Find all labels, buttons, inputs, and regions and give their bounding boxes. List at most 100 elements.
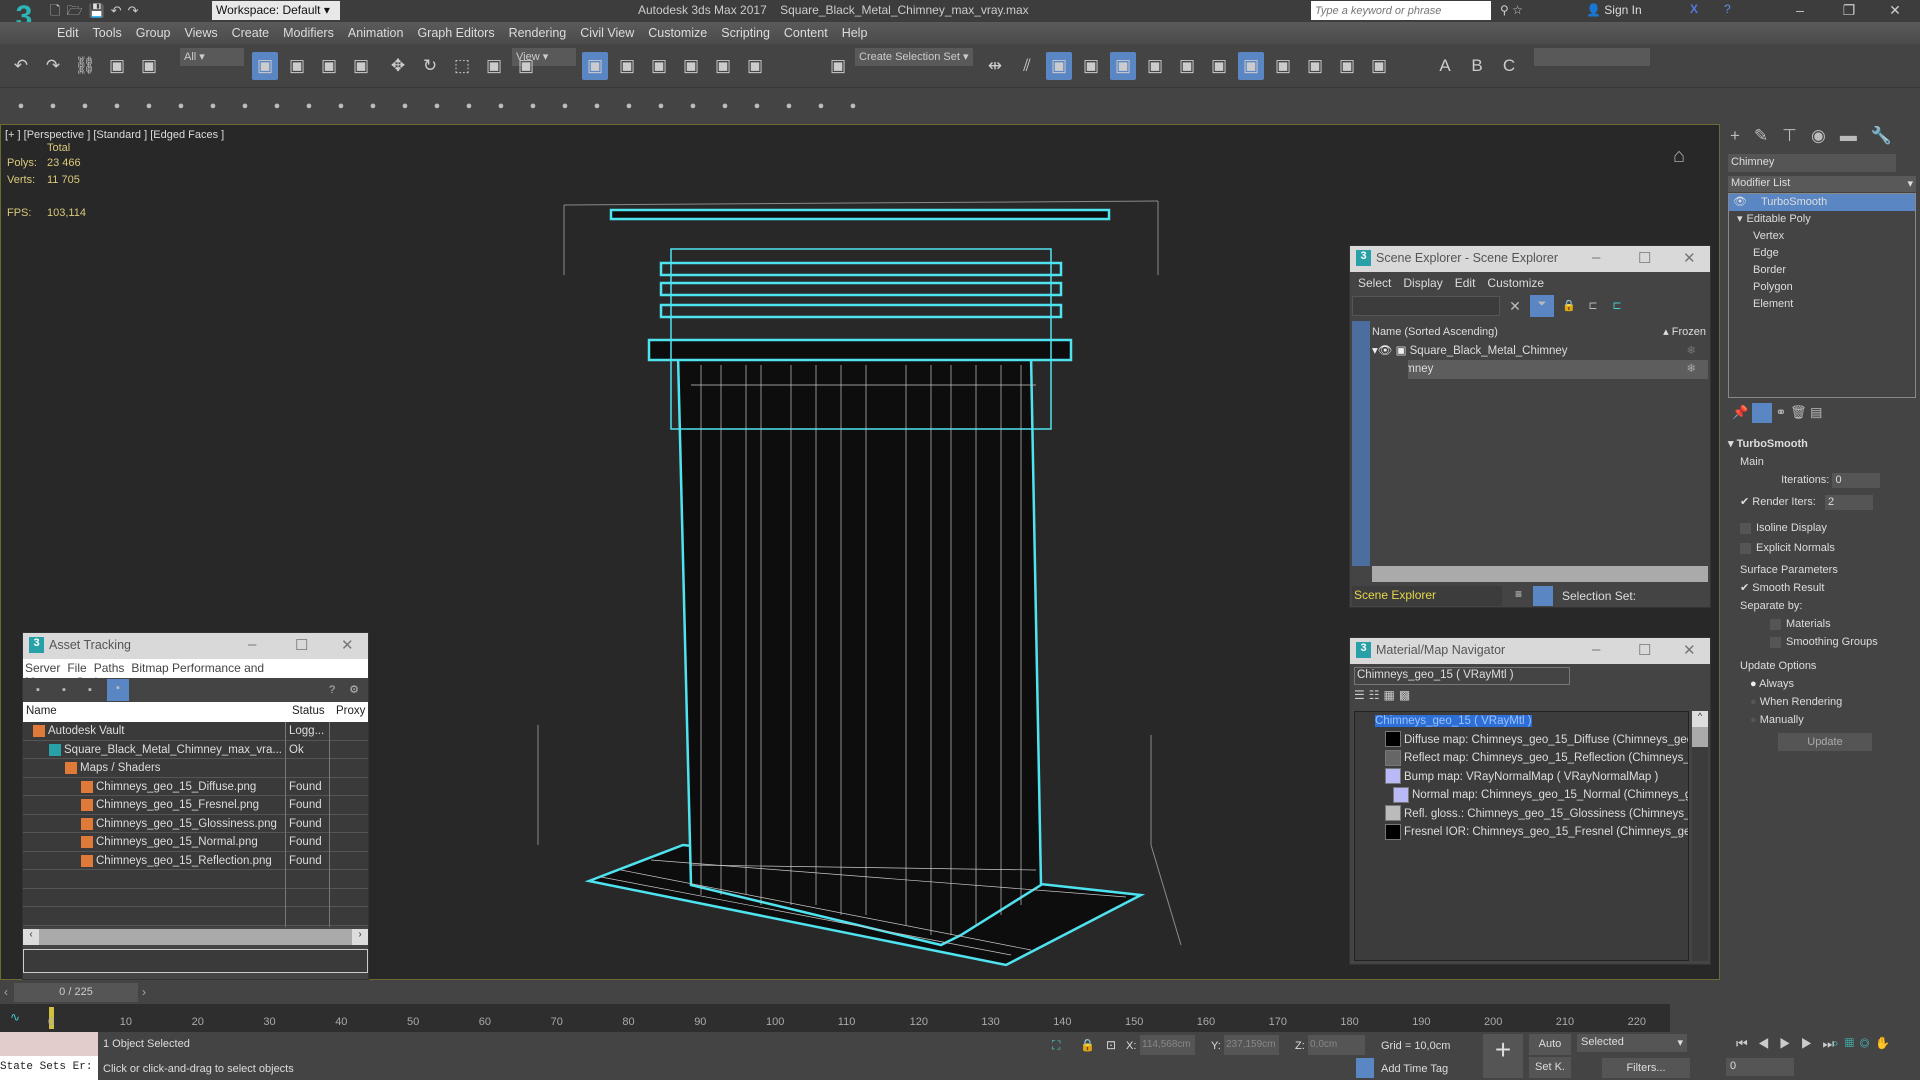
render-icon[interactable]: ●	[748, 97, 766, 115]
map-row[interactable]: Refl. gloss.: Chimneys_geo_15_Glossiness…	[1355, 805, 1688, 824]
restore-button[interactable]: ❐	[1834, 2, 1864, 19]
help-icon[interactable]: ?	[323, 681, 341, 699]
smoothing-groups-checkbox[interactable]	[1770, 636, 1781, 648]
col-status[interactable]: Status	[292, 702, 325, 720]
maximize-button[interactable]: ☐	[1638, 641, 1651, 659]
spinner-snap-icon[interactable]: ▣	[742, 52, 768, 80]
set-a-icon[interactable]: A	[1432, 52, 1458, 80]
viewport-nav-controls[interactable]: ⌕▦◎✋	[1832, 1036, 1896, 1051]
asset-menu-server[interactable]: Server	[25, 661, 60, 675]
asset-row[interactable]: Chimneys_geo_15_Diffuse.png Found	[23, 778, 368, 796]
close-button[interactable]: ✕	[1683, 249, 1696, 267]
bind-spacewarp-icon[interactable]: ▣	[136, 52, 162, 80]
cylinder-icon[interactable]: ●	[76, 97, 94, 115]
hierarchy-select-icon[interactable]: ⊏	[1608, 297, 1626, 315]
asset-menu-file[interactable]: File	[67, 661, 86, 675]
table-icon[interactable]: ▪	[81, 681, 99, 699]
time-slider-thumb[interactable]: 0 / 225	[14, 983, 138, 1002]
curve-editor-icon[interactable]: ∿	[10, 1010, 20, 1024]
vertical-scrollbar[interactable]: ^	[1692, 711, 1708, 961]
torus-icon[interactable]: ●	[204, 97, 222, 115]
sun-icon[interactable]: ●	[428, 97, 446, 115]
iterations-spinner[interactable]: 0	[1832, 472, 1881, 488]
box-icon[interactable]: ●	[44, 97, 62, 115]
make-unique-icon[interactable]: ⚭	[1775, 404, 1786, 419]
clear-search-icon[interactable]: ✕	[1506, 297, 1524, 315]
filter-icon[interactable]: ⏷	[1530, 295, 1554, 317]
next-frame-button[interactable]: ›	[142, 985, 146, 999]
layers-icon[interactable]: ≡	[1515, 587, 1522, 601]
align-icon[interactable]: ⫽	[1014, 52, 1040, 80]
redo-icon[interactable]: ↷	[40, 52, 66, 80]
command-panel-tabs[interactable]: +✎⊤◉▬🔧	[1722, 124, 1920, 150]
exchange-icon[interactable]: X	[1690, 2, 1698, 16]
state-sets-field[interactable]: State Sets Er:	[0, 1056, 98, 1080]
col-name[interactable]: Name	[26, 702, 57, 720]
maximize-button[interactable]: ☐	[295, 636, 308, 654]
track-bar[interactable]: ∿ 0 10 20 30 40 50 60 70 80 90 100 110 120 130 140 150 1…	[0, 1004, 1670, 1032]
lock-selection-icon[interactable]: 🔒	[1080, 1038, 1095, 1052]
close-button[interactable]: ✕	[1880, 2, 1910, 19]
asset-row[interactable]: Chimneys_geo_15_Glossiness.png Found	[23, 815, 368, 833]
keyboard-shortcut-icon[interactable]: ▣	[614, 52, 640, 80]
menu-customize[interactable]: Customize	[648, 22, 707, 44]
frozen-icon[interactable]: ❄	[1686, 342, 1696, 360]
menu-content[interactable]: Content	[784, 22, 828, 44]
select-object-icon[interactable]: ▣	[252, 52, 278, 80]
rendered-frame-icon[interactable]: ▣	[1270, 52, 1296, 80]
asset-tracking-titlebar[interactable]: 3 Asset Tracking – ☐ ✕	[23, 633, 368, 659]
empty-dropdown[interactable]	[1534, 48, 1650, 66]
toggle-ribbon-icon[interactable]: ▣	[1110, 52, 1136, 80]
show-end-result-icon[interactable]	[1751, 403, 1772, 423]
expand-icon[interactable]: ▾	[1737, 213, 1743, 225]
workspace-dropdown[interactable]: Workspace: Default ▾	[212, 1, 340, 20]
edit-named-selection-icon[interactable]: ▣	[825, 52, 851, 80]
isolate-selection-icon[interactable]: ⛶	[1052, 1038, 1060, 1053]
always-radio[interactable]: ●	[1750, 678, 1757, 690]
move-icon[interactable]: ✥	[385, 52, 411, 80]
asset-menu-paths[interactable]: Paths	[94, 661, 125, 675]
globe-icon[interactable]: ●	[588, 97, 606, 115]
close-button[interactable]: ✕	[341, 636, 354, 654]
manually-radio[interactable]: ●	[1750, 714, 1757, 726]
time-slider[interactable]: ‹ 0 / 225 ›	[0, 982, 1720, 1004]
asset-row[interactable]: Maps / Shaders	[23, 759, 368, 778]
materials-checkbox[interactable]	[1770, 618, 1781, 630]
prev-frame-button[interactable]: ‹	[4, 985, 8, 999]
pyramid-icon[interactable]: ●	[396, 97, 414, 115]
col-frozen-header[interactable]: ▴ Frozen	[1663, 323, 1706, 341]
teapot-icon[interactable]: ●	[236, 97, 254, 115]
asset-path-field[interactable]	[23, 949, 368, 973]
col-name-header[interactable]: Name (Sorted Ascending)	[1372, 326, 1498, 338]
set-c-icon[interactable]: C	[1496, 52, 1522, 80]
x-coordinate-field[interactable]: 114,568cm	[1140, 1035, 1195, 1055]
geosphere-icon[interactable]: ●	[460, 97, 478, 115]
scene-row-chimney[interactable]: Chimney ❄	[1408, 360, 1708, 379]
material-name-field[interactable]: Chimneys_geo_15 ( VRayMtl )	[1354, 667, 1570, 685]
auto-key-button[interactable]: Auto	[1529, 1034, 1571, 1055]
isoline-checkbox[interactable]	[1740, 522, 1751, 534]
stack-item-element[interactable]: Element	[1729, 296, 1915, 313]
scene-menu-display[interactable]: Display	[1403, 276, 1442, 290]
camera-icon[interactable]: ●	[780, 97, 798, 115]
window-crossing-icon[interactable]: ▣	[348, 52, 374, 80]
scale-icon[interactable]: ⬚	[449, 52, 475, 80]
schematic-view-icon[interactable]: ▣	[1174, 52, 1200, 80]
playback-controls[interactable]: ⏮◀▶▶⏭	[1736, 1036, 1844, 1052]
panel-icon[interactable]: ●	[108, 97, 126, 115]
snaps-toggle-icon[interactable]: ▣	[646, 52, 672, 80]
filter-sidebar[interactable]	[1352, 321, 1370, 566]
configure-sets-icon[interactable]: ▤	[1810, 404, 1822, 419]
asset-row[interactable]: Chimneys_geo_15_Fresnel.png Found	[23, 796, 368, 815]
quick-access-icons[interactable]: 🗋🗁💾↶↷	[50, 2, 145, 24]
set-key-button[interactable]: Set K.	[1529, 1057, 1571, 1078]
spline-icon[interactable]: ●	[492, 97, 510, 115]
menu-group[interactable]: Group	[136, 22, 171, 44]
eye-icon[interactable]: 👁	[1733, 196, 1747, 208]
minimize-button[interactable]: –	[1592, 249, 1600, 266]
explicit-normals-checkbox[interactable]	[1740, 542, 1751, 554]
scene-search-input[interactable]	[1352, 296, 1500, 316]
y-coordinate-field[interactable]: 237,159cm	[1224, 1035, 1279, 1055]
lock-icon[interactable]: 🔒	[1560, 297, 1578, 315]
select-by-name-icon[interactable]: ▣	[284, 52, 310, 80]
